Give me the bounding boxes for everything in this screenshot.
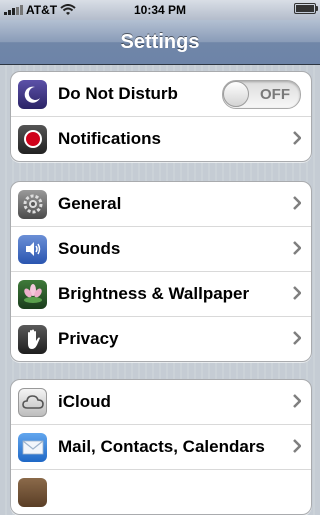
settings-group-3: iCloud Mail, Contacts, Calendars [10, 379, 312, 515]
chevron-right-icon [293, 131, 301, 145]
speaker-icon [18, 234, 47, 264]
row-sounds[interactable]: Sounds [11, 226, 311, 271]
settings-group-1: Do Not Disturb OFF Notifications [10, 71, 312, 162]
row-label: Notifications [58, 129, 161, 148]
moon-icon [18, 79, 47, 109]
status-right [294, 3, 318, 14]
row-partially-visible[interactable] [11, 469, 311, 514]
row-label: iCloud [58, 392, 111, 411]
row-label: Do Not Disturb [58, 84, 178, 103]
chevron-right-icon [293, 286, 301, 300]
chevron-right-icon [293, 394, 301, 408]
row-general[interactable]: General [11, 182, 311, 226]
row-label: Privacy [58, 329, 119, 348]
row-label: Sounds [58, 239, 121, 258]
hand-icon [18, 324, 47, 354]
row-brightness-wallpaper[interactable]: Brightness & Wallpaper [11, 271, 311, 316]
row-label: Brightness & Wallpaper [58, 284, 250, 303]
row-icloud[interactable]: iCloud [11, 380, 311, 424]
envelope-icon [18, 432, 47, 462]
row-mail-contacts-calendars[interactable]: Mail, Contacts, Calendars [11, 424, 311, 469]
settings-group-2: General Sounds Brightness & Wallpaper Pr… [10, 181, 312, 362]
battery-icon [294, 3, 318, 14]
row-notifications[interactable]: Notifications [11, 116, 311, 161]
row-privacy[interactable]: Privacy [11, 316, 311, 361]
chevron-right-icon [293, 439, 301, 453]
status-bar: AT&T 10:34 PM [0, 0, 320, 20]
navigation-bar: Settings [0, 20, 320, 65]
row-do-not-disturb: Do Not Disturb OFF [11, 72, 311, 116]
cloud-icon [18, 387, 47, 417]
flower-icon [18, 279, 47, 309]
chevron-right-icon [293, 196, 301, 210]
gear-icon [18, 189, 47, 219]
notifications-icon [18, 124, 47, 154]
row-label: Mail, Contacts, Calendars [58, 437, 265, 456]
chevron-right-icon [293, 331, 301, 345]
toggle-knob [223, 81, 249, 107]
page-title: Settings [120, 31, 200, 53]
chevron-right-icon [293, 241, 301, 255]
clock: 10:34 PM [133, 3, 187, 17]
do-not-disturb-toggle[interactable]: OFF [222, 80, 301, 109]
toggle-state-label: OFF [260, 86, 290, 103]
partial-icon [18, 477, 47, 507]
row-label: General [58, 194, 122, 213]
